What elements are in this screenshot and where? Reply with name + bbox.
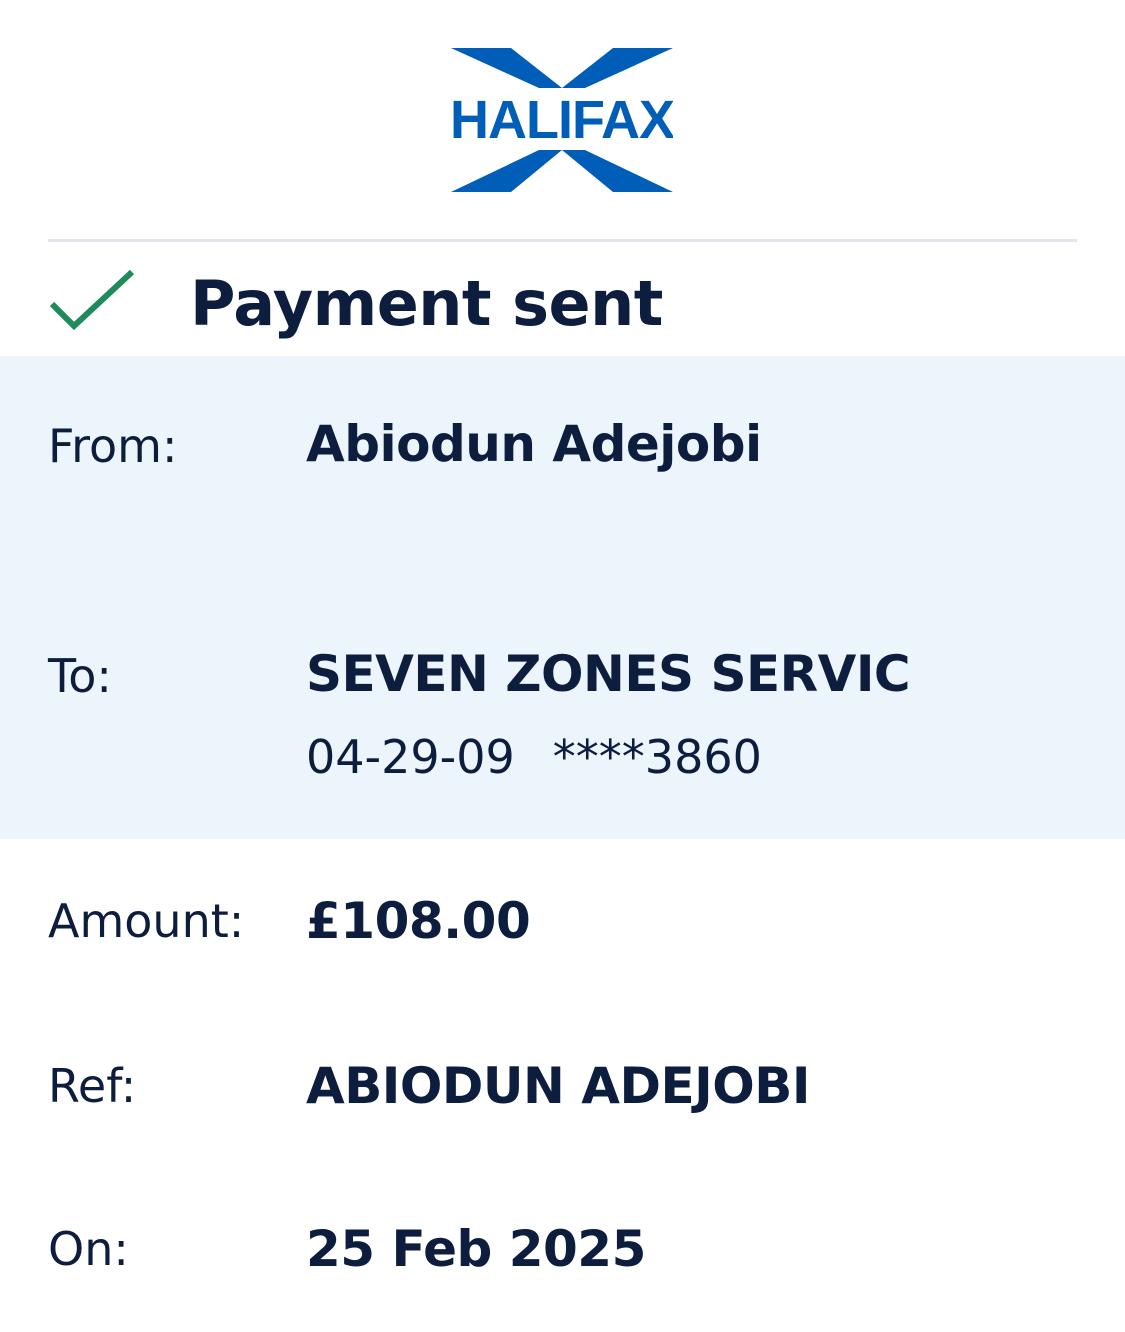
ref-value: ABIODUN ADEJOBI: [306, 1057, 810, 1115]
from-value: Abiodun Adejobi: [306, 415, 762, 473]
header-divider: [48, 239, 1077, 242]
halifax-x-logo-icon: HALIFAX: [451, 48, 673, 192]
from-label: From:: [48, 419, 178, 473]
sort-code: 04-29-09: [306, 730, 515, 784]
date-value: 25 Feb 2025: [306, 1220, 646, 1278]
date-label: On:: [48, 1222, 129, 1276]
ref-label: Ref:: [48, 1059, 137, 1113]
checkmark-icon: [49, 269, 135, 331]
amount-label: Amount:: [48, 894, 245, 948]
halifax-logo: HALIFAX: [451, 46, 673, 194]
payment-status: Payment sent: [0, 250, 1125, 356]
to-account-details: 04-29-09 ****3860: [306, 729, 762, 785]
amount-value: £108.00: [306, 892, 531, 950]
brand-name: HALIFAX: [451, 90, 673, 150]
account-number: ****3860: [552, 730, 762, 784]
parties-panel: From: Abiodun Adejobi To: SEVEN ZONES SE…: [0, 356, 1125, 839]
to-label: To:: [48, 649, 112, 703]
status-title: Payment sent: [190, 267, 663, 340]
to-value: SEVEN ZONES SERVIC: [306, 645, 911, 703]
